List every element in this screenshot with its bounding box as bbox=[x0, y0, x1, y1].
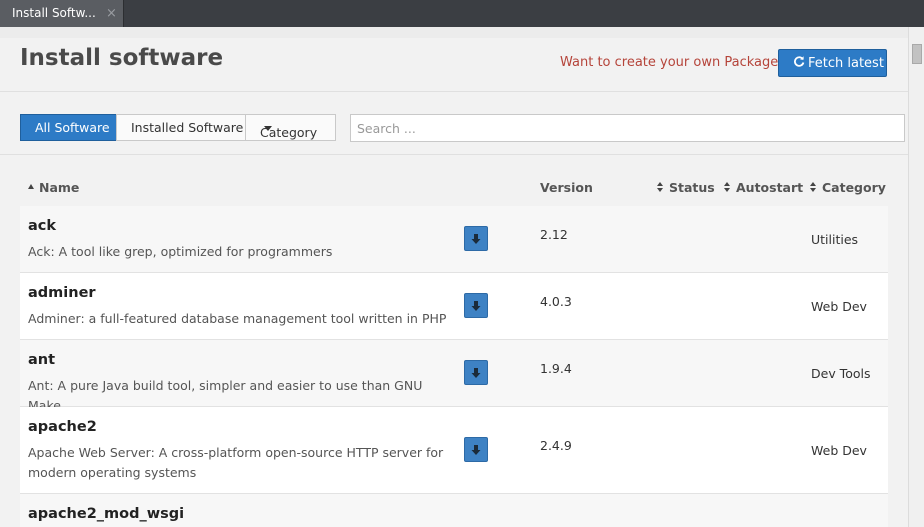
package-name: apache2_mod_wsgi bbox=[28, 506, 185, 522]
sort-ascending-icon bbox=[28, 184, 34, 189]
scrollbar-thumb[interactable] bbox=[912, 44, 922, 64]
table-row[interactable]: apache2_mod_wsgi bbox=[20, 494, 888, 527]
page-title: Install software bbox=[20, 45, 224, 71]
page-header: Install software Want to create your own… bbox=[0, 38, 908, 92]
filter-bar: All Software Installed Software Category bbox=[0, 93, 908, 155]
package-version: 2.12 bbox=[540, 227, 568, 242]
vertical-scrollbar[interactable] bbox=[908, 27, 924, 527]
package-name: ack bbox=[28, 218, 57, 234]
download-icon bbox=[471, 234, 481, 244]
table-row[interactable]: adminer Adminer: a full-featured databas… bbox=[20, 273, 888, 340]
refresh-icon bbox=[793, 55, 805, 71]
download-icon bbox=[471, 368, 481, 378]
table-row[interactable]: apache2 Apache Web Server: A cross-platf… bbox=[20, 407, 888, 494]
package-category: Web Dev bbox=[811, 299, 867, 314]
package-description: Adminer: a full-featured database manage… bbox=[28, 311, 447, 326]
package-version: 4.0.3 bbox=[540, 294, 572, 309]
package-version: 2.4.9 bbox=[540, 438, 572, 453]
package-name: adminer bbox=[28, 285, 96, 301]
package-description: Apache Web Server: A cross-platform open… bbox=[28, 445, 444, 480]
tab-bar: Install Softw... × bbox=[0, 0, 924, 27]
filter-installed-software-button[interactable]: Installed Software bbox=[116, 114, 246, 141]
column-header-version[interactable]: Version bbox=[540, 180, 593, 195]
column-header-autostart[interactable]: Autostart bbox=[724, 180, 803, 195]
download-icon bbox=[471, 445, 481, 455]
fetch-latest-button[interactable]: Fetch latest bbox=[778, 49, 887, 77]
install-button[interactable] bbox=[464, 360, 488, 385]
package-category: Dev Tools bbox=[811, 366, 871, 381]
install-button[interactable] bbox=[464, 437, 488, 462]
filter-all-software-button[interactable]: All Software bbox=[20, 114, 117, 141]
tab-title: Install Softw... bbox=[12, 6, 96, 20]
package-category: Web Dev bbox=[811, 443, 867, 458]
package-name: apache2 bbox=[28, 419, 97, 435]
sort-icon bbox=[810, 182, 817, 193]
category-dropdown[interactable]: Category bbox=[245, 114, 336, 141]
filter-installed-label: Installed Software bbox=[131, 120, 244, 135]
tab-install-software[interactable]: Install Softw... × bbox=[0, 0, 124, 27]
fetch-latest-label: Fetch latest bbox=[808, 56, 884, 71]
column-header-name[interactable]: Name bbox=[28, 180, 79, 195]
main-content: Install software Want to create your own… bbox=[0, 38, 908, 527]
category-dropdown-label: Category bbox=[260, 125, 318, 140]
package-name: ant bbox=[28, 352, 56, 368]
sort-icon bbox=[724, 182, 731, 193]
install-button[interactable] bbox=[464, 226, 488, 251]
sort-icon bbox=[657, 182, 664, 193]
package-version: 1.9.4 bbox=[540, 361, 572, 376]
download-icon bbox=[471, 301, 481, 311]
column-header-status[interactable]: Status bbox=[657, 180, 715, 195]
column-header-category[interactable]: Category bbox=[810, 180, 886, 195]
create-packages-link[interactable]: Want to create your own Packages? bbox=[560, 55, 792, 70]
table-row[interactable]: ant Ant: A pure Java build tool, simpler… bbox=[20, 340, 888, 413]
search-input[interactable] bbox=[350, 114, 905, 142]
filter-all-label: All Software bbox=[35, 120, 110, 135]
table-row[interactable]: ack Ack: A tool like grep, optimized for… bbox=[20, 206, 888, 273]
package-description: Ack: A tool like grep, optimized for pro… bbox=[28, 244, 333, 259]
close-icon[interactable]: × bbox=[106, 6, 117, 21]
package-category: Utilities bbox=[811, 232, 859, 247]
install-button[interactable] bbox=[464, 293, 488, 318]
